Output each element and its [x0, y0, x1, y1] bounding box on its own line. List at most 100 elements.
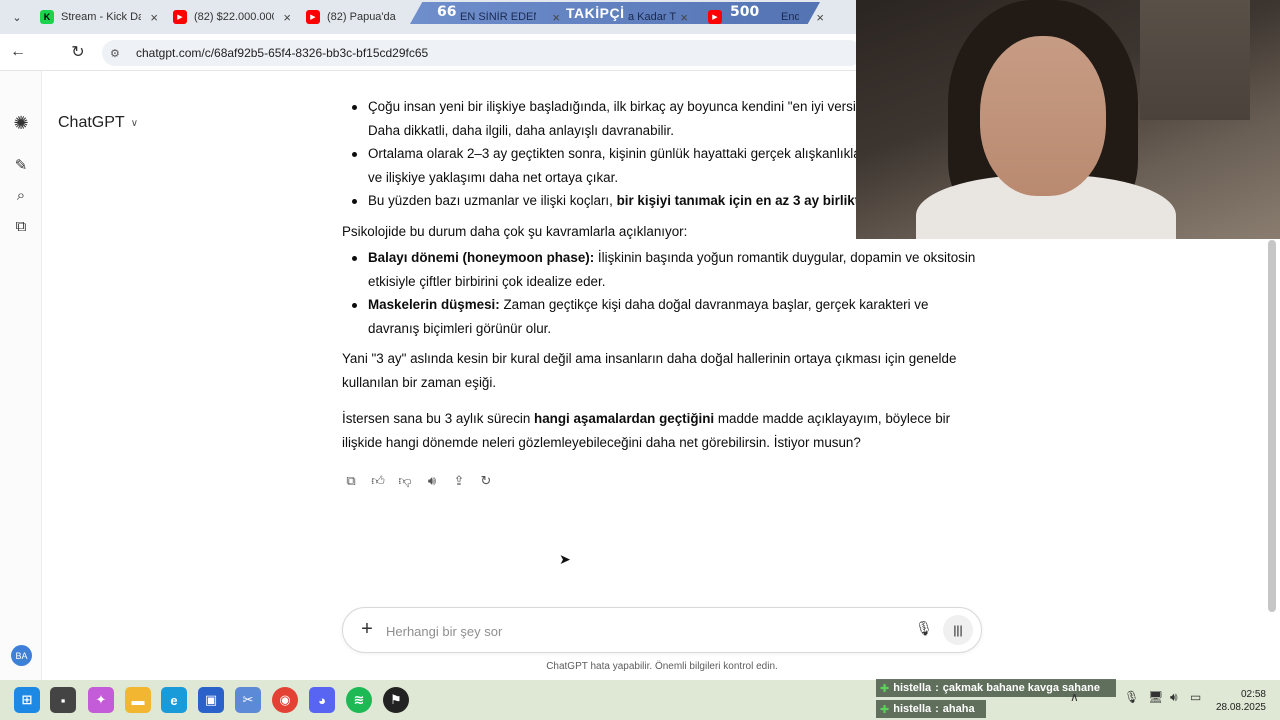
edge-icon[interactable]: e [161, 687, 187, 713]
chat-separator: : [935, 682, 939, 694]
tab-title: Stream - Kick Da [61, 11, 141, 23]
terminal-icon[interactable]: ▪ [50, 687, 76, 713]
address-bar[interactable]: ⚙ chatgpt.com/c/68af92b5-65f4-8326-bb3c-… [102, 40, 862, 66]
brand-title: ChatGPT [58, 114, 125, 131]
spotify-icon[interactable]: ≋ [346, 687, 372, 713]
close-icon[interactable]: × [816, 10, 824, 25]
snipping-tool-icon[interactable]: ✂ [235, 687, 261, 713]
waveform-icon: ||| [953, 623, 963, 637]
disclaimer-text: ChatGPT hata yapabilir. Önemli bilgileri… [546, 661, 778, 672]
paragraph-bold: hangi aşamalardan geçtiğini [534, 411, 715, 426]
list-item-bold: Balayı dönemi (honeymoon phase): [368, 250, 595, 265]
search-icon[interactable]: ⌕ [11, 185, 31, 205]
follower-banner-title: TAKİPÇİ [566, 5, 625, 21]
library-icon[interactable]: ⧉ [11, 216, 31, 236]
stream-chat-message: ✚ histella : çakmak bahane kavga sahane [876, 679, 1116, 697]
new-chat-icon[interactable]: ✎ [11, 155, 31, 175]
share-icon[interactable]: ⇪ [450, 472, 468, 490]
chatgpt-sidebar-rail: ✺ ✎ ⌕ ⧉ BA [0, 71, 42, 680]
list-item-bold: bir kişiyi tanımak için en az 3 ay birli… [616, 193, 878, 208]
tab-youtube-5[interactable]: ▶ Endonezya' × [700, 0, 828, 34]
tab-title: (82) $22.000.000 [194, 11, 274, 23]
close-icon[interactable]: × [150, 10, 158, 25]
list-item: Balayı dönemi (honeymoon phase): İlişkin… [342, 246, 982, 293]
tab-youtube-4[interactable]: a Kadar T × [620, 0, 692, 34]
list-item-text-line2: ve ilişkiye yaklaşımı daha net ortaya çı… [368, 169, 619, 185]
riot-client-icon[interactable]: ⚑ [383, 687, 409, 713]
tab-title: Endonezya' [781, 11, 799, 23]
volume-icon[interactable]: 🔊︎ [1170, 690, 1178, 705]
youtube-icon: ▶ [173, 10, 187, 24]
webcam-background-window [1140, 0, 1250, 120]
list-item-text: Çoğu insan yeni bir ilişkiye başladığınd… [368, 99, 870, 114]
paragraph-text: İstersen sana bu 3 aylık sürecin [342, 411, 535, 426]
tab-title: (82) Papua'da Çı [327, 11, 397, 23]
prompt-input[interactable] [386, 620, 886, 642]
store-icon[interactable]: ▣ [198, 687, 224, 713]
microphone-icon[interactable]: 🎙︎ [914, 620, 934, 640]
chat-badge-icon: ✚ [880, 682, 890, 695]
close-icon[interactable]: × [680, 10, 688, 25]
network-icon[interactable]: 🖥︎ [1148, 690, 1163, 704]
battery-icon[interactable]: ▭ [1190, 690, 1201, 704]
microphone-tray-icon[interactable]: 🎙︎ [1124, 690, 1139, 704]
tab-title: EN SİNİR EDEN [460, 11, 536, 23]
read-aloud-icon[interactable]: 🔊︎ [423, 472, 441, 490]
list-item: Maskelerin düşmesi: Zaman geçtikçe kişi … [342, 293, 982, 340]
model-selector[interactable]: ChatGPT ∨ [58, 114, 138, 132]
regenerate-icon[interactable]: ↻ [477, 472, 495, 490]
chat-username: histella [893, 703, 932, 715]
chevron-up-icon[interactable]: ∧ [1070, 690, 1079, 704]
copy-icon[interactable]: ⧉ [342, 472, 360, 490]
list-item-bold: Maskelerin düşmesi: [368, 297, 500, 312]
site-info-icon[interactable]: ⚙ [110, 47, 126, 60]
webcam-person-face [980, 36, 1106, 196]
scrollbar[interactable] [1268, 240, 1276, 612]
browser-toolbar: ← ↻ ⚙ chatgpt.com/c/68af92b5-65f4-8326-b… [0, 34, 862, 70]
chat-username: histella [893, 682, 932, 694]
back-arrow-icon[interactable]: ← [8, 42, 28, 62]
reload-icon[interactable]: ↻ [68, 42, 88, 62]
paragraph: Yani "3 ay" aslında kesin bir kural deği… [342, 351, 957, 390]
chevron-down-icon: ∨ [130, 117, 139, 129]
list-item-text: Ortalama olarak 2–3 ay geçtikten sonra, … [368, 146, 866, 161]
discord-icon[interactable]: ◕ [309, 687, 335, 713]
url-text: chatgpt.com/c/68af92b5-65f4-8326-bb3c-bf… [136, 46, 429, 60]
chrome-icon[interactable]: ◉ [272, 687, 298, 713]
chat-text: ahaha [942, 703, 975, 715]
close-icon[interactable]: × [552, 10, 560, 25]
clock-time: 02:58 [1240, 689, 1266, 700]
webcam-overlay [856, 0, 1280, 239]
openai-logo-icon[interactable]: ✺ [11, 113, 31, 133]
copilot-icon[interactable]: ✦ [88, 687, 114, 713]
thumbs-down-icon[interactable]: 👎︎ [396, 472, 414, 490]
tab-youtube-1[interactable]: ▶ (82) $22.000.000 × [165, 0, 295, 34]
chat-badge-icon: ✚ [880, 703, 890, 716]
taskbar-clock[interactable]: 02:58 28.08.2025 [1208, 688, 1266, 714]
mouse-cursor-icon: ➤ [559, 551, 571, 567]
add-attachment-icon[interactable]: + [357, 619, 377, 639]
tab-kick-stream[interactable]: K Stream - Kick Da × [32, 0, 162, 34]
list-item-text-line2: Daha dikkatli, daha ilgili, daha anlayış… [368, 122, 674, 138]
voice-mode-button[interactable]: ||| [943, 615, 973, 645]
youtube-icon: ▶ [708, 10, 722, 24]
avatar[interactable]: BA [11, 645, 32, 666]
tab-title: a Kadar T [628, 11, 677, 23]
chat-separator: : [935, 703, 939, 715]
tab-youtube-2[interactable]: ▶ (82) Papua'da Çı [298, 0, 408, 34]
youtube-icon: ▶ [306, 10, 320, 24]
close-icon[interactable]: × [283, 10, 291, 25]
tab-search-chevron-icon[interactable]: ⌄ [6, 6, 28, 28]
tab-youtube-3[interactable]: EN SİNİR EDEN × [452, 0, 564, 34]
message-actions: ⧉ 👍︎ 👎︎ 🔊︎ ⇪ ↻ [342, 472, 495, 490]
paragraph: İstersen sana bu 3 aylık sürecin hangi a… [342, 407, 982, 454]
list-item-text: Bu yüzden bazı uzmanlar ve ilişki koçlar… [368, 193, 617, 208]
clock-date: 28.08.2025 [1215, 702, 1266, 713]
stream-chat-message: ✚ histella : ahaha [876, 700, 986, 718]
windows-start-icon[interactable]: ⊞ [14, 687, 40, 713]
kick-icon: K [40, 10, 54, 24]
thumbs-up-icon[interactable]: 👍︎ [369, 472, 387, 490]
file-explorer-icon[interactable]: ▬ [125, 687, 151, 713]
prompt-composer: + 🎙︎ ||| [342, 607, 982, 653]
bullet-list-2: Balayı dönemi (honeymoon phase): İlişkin… [342, 246, 982, 340]
